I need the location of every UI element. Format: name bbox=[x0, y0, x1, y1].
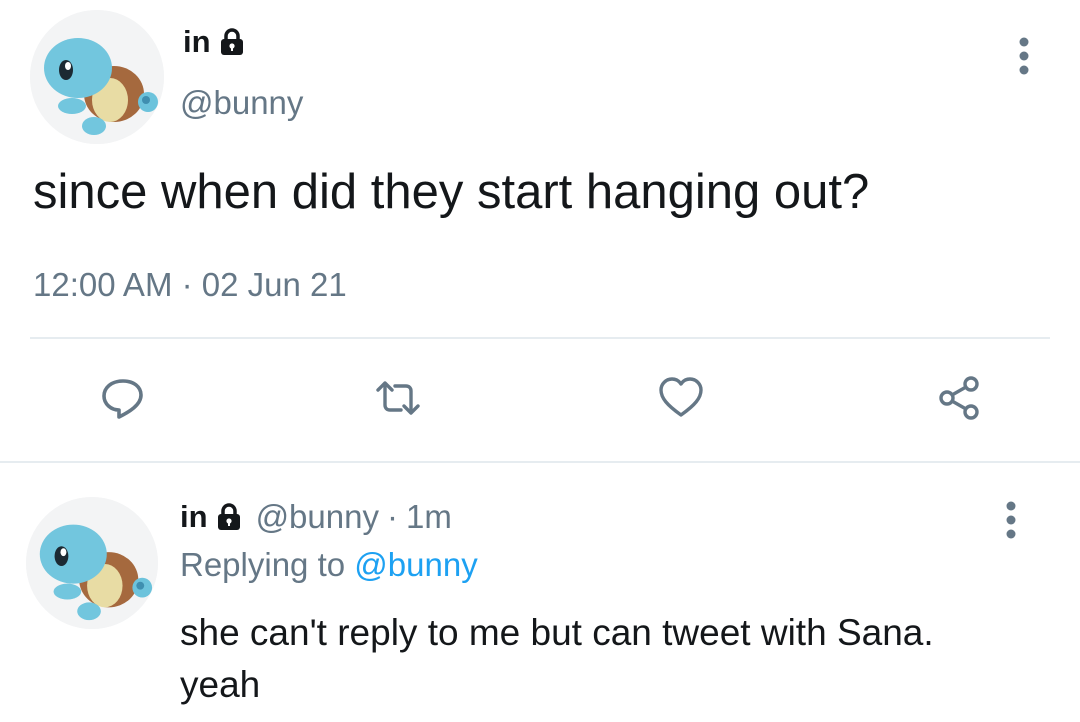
lock-icon bbox=[217, 503, 240, 530]
reply-header: in @bunny · 1m bbox=[180, 498, 452, 536]
replying-to: Replying to @bunny bbox=[180, 546, 478, 584]
avatar[interactable] bbox=[26, 497, 158, 629]
squirtle-avatar-icon bbox=[30, 10, 164, 144]
mention-link[interactable]: @bunny bbox=[354, 546, 477, 583]
reply-text: she can't reply to me but can tweet with… bbox=[180, 612, 934, 705]
more-vertical-icon[interactable] bbox=[1004, 500, 1018, 540]
meta-separator: · bbox=[386, 498, 398, 535]
handle[interactable]: @bunny bbox=[256, 498, 379, 536]
tweet-time: 12:00 AM bbox=[33, 266, 173, 303]
squirtle-avatar-icon bbox=[26, 497, 158, 629]
divider bbox=[0, 461, 1080, 463]
like-button[interactable] bbox=[653, 370, 709, 426]
avatar[interactable] bbox=[30, 10, 164, 144]
tweet-age[interactable]: 1m bbox=[406, 498, 452, 536]
share-button[interactable] bbox=[932, 370, 988, 426]
share-icon bbox=[939, 376, 979, 420]
retweet-button[interactable] bbox=[370, 370, 426, 426]
retweet-icon bbox=[376, 381, 420, 415]
tweet-timestamp[interactable]: 12:00 AM · 02 Jun 21 bbox=[33, 266, 347, 304]
lock-icon bbox=[220, 28, 243, 55]
display-name[interactable]: in bbox=[183, 24, 245, 60]
reply-button[interactable] bbox=[95, 370, 151, 426]
reply-icon bbox=[102, 379, 143, 419]
display-name-text[interactable]: in bbox=[183, 24, 211, 60]
display-name[interactable]: in bbox=[180, 499, 208, 535]
meta-separator: · bbox=[181, 266, 193, 303]
replying-prefix: Replying to bbox=[180, 546, 346, 583]
more-vertical-icon[interactable] bbox=[1017, 36, 1031, 76]
divider bbox=[30, 337, 1050, 339]
tweet-date: 02 Jun 21 bbox=[201, 266, 347, 303]
tweet-text: since when did they start hanging out? bbox=[33, 165, 870, 219]
handle[interactable]: @bunny bbox=[180, 84, 303, 122]
heart-icon bbox=[659, 377, 703, 417]
